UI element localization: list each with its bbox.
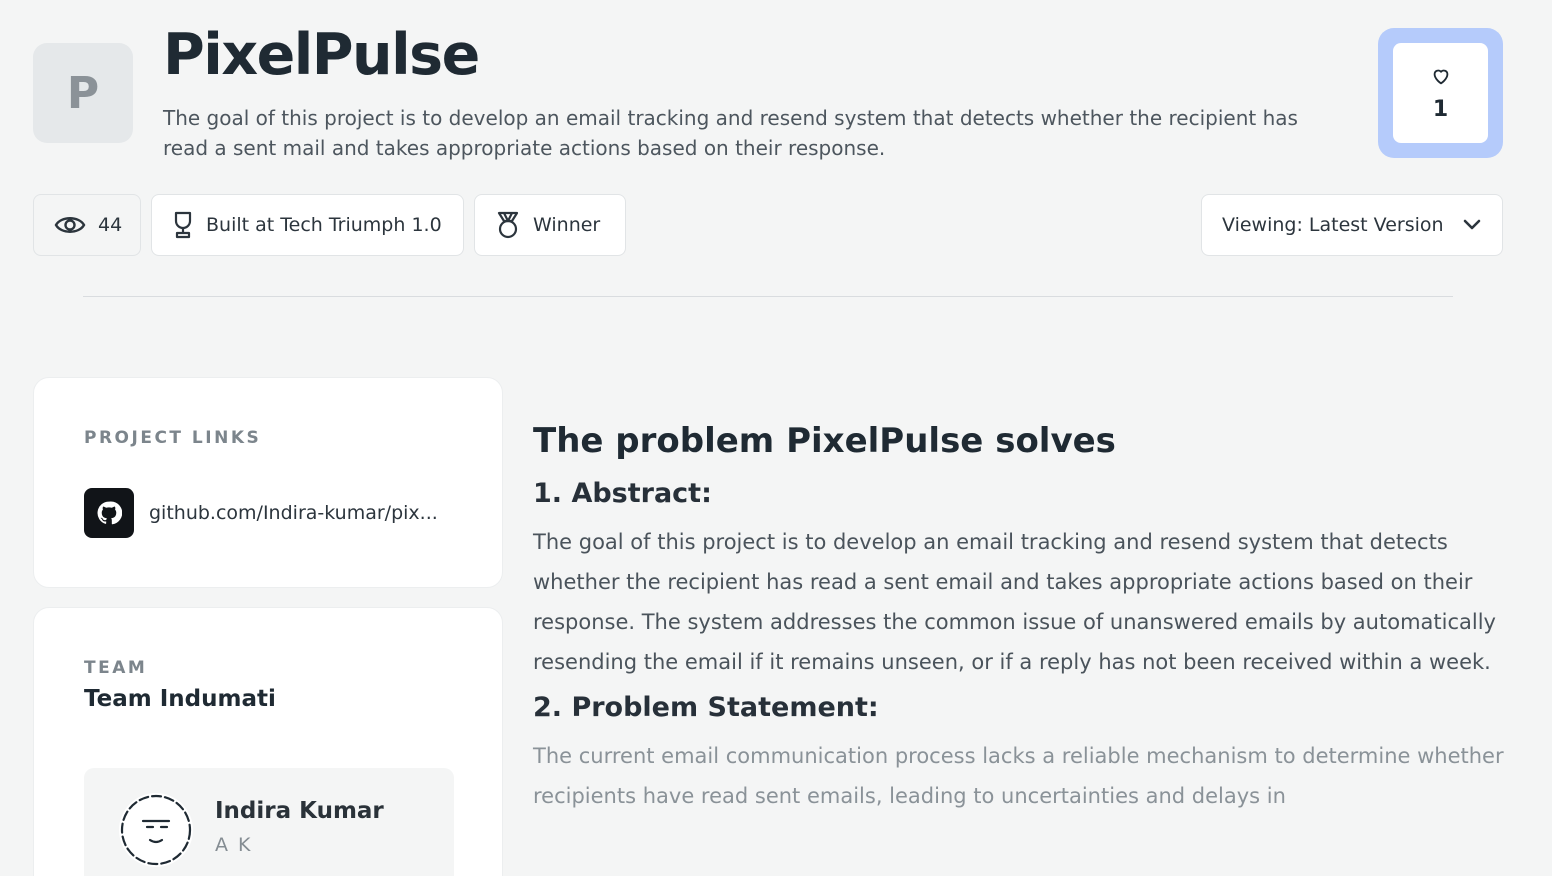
like-button[interactable]: 1 bbox=[1378, 28, 1503, 158]
project-tagline: The goal of this project is to develop a… bbox=[163, 106, 1298, 160]
section-body-problem: The current email communication process … bbox=[533, 744, 1504, 808]
team-heading: TEAM bbox=[84, 658, 148, 678]
hackathon-chip[interactable]: Built at Tech Triumph 1.0 bbox=[151, 194, 464, 256]
heart-icon bbox=[1433, 69, 1448, 84]
project-links-card: PROJECT LINKS github.com/Indira-kumar/pi… bbox=[33, 377, 503, 588]
section-heading-abstract: 1. Abstract: bbox=[533, 478, 712, 509]
version-label[interactable]: Viewing: Latest Version bbox=[1222, 214, 1444, 236]
problem-heading: The problem PixelPulse solves bbox=[533, 421, 1116, 461]
github-link[interactable]: github.com/Indira-kumar/pix... bbox=[84, 488, 459, 538]
medal-icon bbox=[497, 211, 519, 239]
views-chip: 44 bbox=[33, 194, 141, 256]
like-box[interactable]: 1 bbox=[1393, 43, 1488, 143]
eye-icon bbox=[54, 217, 86, 233]
team-member-card[interactable]: Indira Kumar A K bbox=[84, 768, 454, 876]
github-link-text[interactable]: github.com/Indira-kumar/pix... bbox=[149, 502, 459, 524]
team-name: Team Indumati bbox=[84, 686, 276, 712]
version-select[interactable]: Viewing: Latest Version bbox=[1201, 194, 1503, 256]
avatar-face-icon[interactable] bbox=[119, 793, 193, 867]
section-heading-problem: 2. Problem Statement: bbox=[533, 692, 879, 723]
like-count: 1 bbox=[1432, 96, 1449, 122]
project-logo: P bbox=[33, 43, 133, 143]
project-description: The problem PixelPulse solves 1. Abstrac… bbox=[533, 418, 1513, 824]
project-links-heading: PROJECT LINKS bbox=[84, 428, 262, 448]
member-name[interactable]: Indira Kumar bbox=[215, 798, 384, 824]
trophy-icon bbox=[174, 211, 192, 239]
github-icon[interactable] bbox=[84, 488, 134, 538]
prize-chip: Winner bbox=[474, 194, 626, 256]
hackathon-label[interactable]: Built at Tech Triumph 1.0 bbox=[206, 214, 442, 236]
views-count: 44 bbox=[98, 214, 123, 236]
section-body-abstract: The goal of this project is to develop a… bbox=[533, 530, 1496, 674]
prize-label: Winner bbox=[533, 214, 601, 236]
team-card: TEAM Team Indumati Indira Kumar A K bbox=[33, 607, 503, 876]
member-handle: A K bbox=[215, 834, 253, 856]
project-title: PixelPulse bbox=[163, 22, 480, 88]
header-divider bbox=[83, 296, 1453, 297]
chevron-down-icon bbox=[1463, 219, 1481, 230]
